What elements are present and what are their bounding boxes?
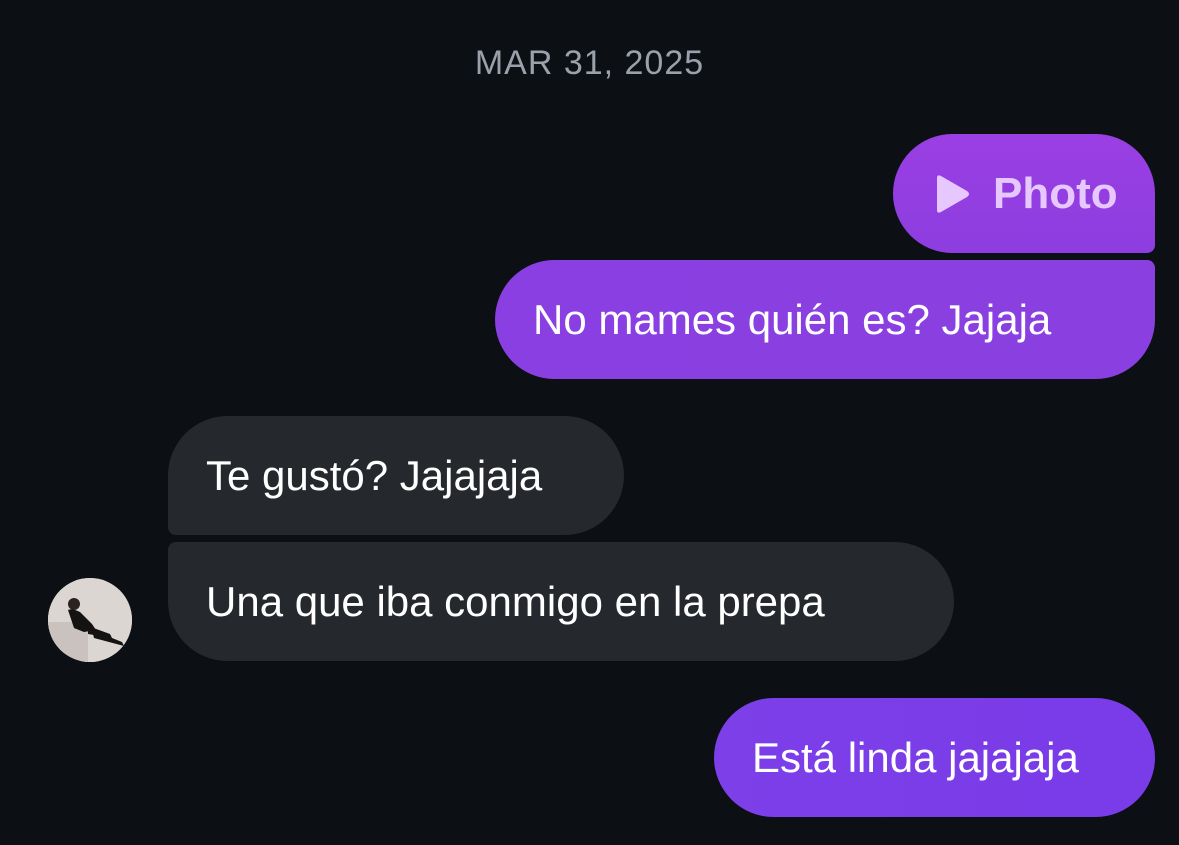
outgoing-message-bubble[interactable]: No mames quién es? Jajaja bbox=[495, 260, 1155, 379]
outgoing-message-bubble[interactable]: Está linda jajajaja bbox=[714, 698, 1155, 817]
message-text: Te gustó? Jajajaja bbox=[206, 451, 543, 499]
photo-message-bubble[interactable]: Photo bbox=[893, 134, 1155, 253]
date-separator: MAR 31, 2025 bbox=[474, 44, 705, 82]
play-icon bbox=[937, 174, 969, 213]
message-text: No mames quién es? Jajaja bbox=[533, 295, 1052, 343]
chat-thread: MAR 31, 2025 Photo No mames quién es? Ja… bbox=[0, 0, 1179, 845]
avatar[interactable] bbox=[48, 578, 132, 662]
incoming-message-bubble[interactable]: Te gustó? Jajajaja bbox=[168, 416, 624, 535]
message-text: Una que iba conmigo en la prepa bbox=[206, 577, 825, 625]
avatar-photo bbox=[48, 578, 132, 662]
photo-label: Photo bbox=[993, 168, 1118, 218]
incoming-message-bubble[interactable]: Una que iba conmigo en la prepa bbox=[168, 542, 954, 661]
message-text: Está linda jajajaja bbox=[752, 733, 1079, 781]
